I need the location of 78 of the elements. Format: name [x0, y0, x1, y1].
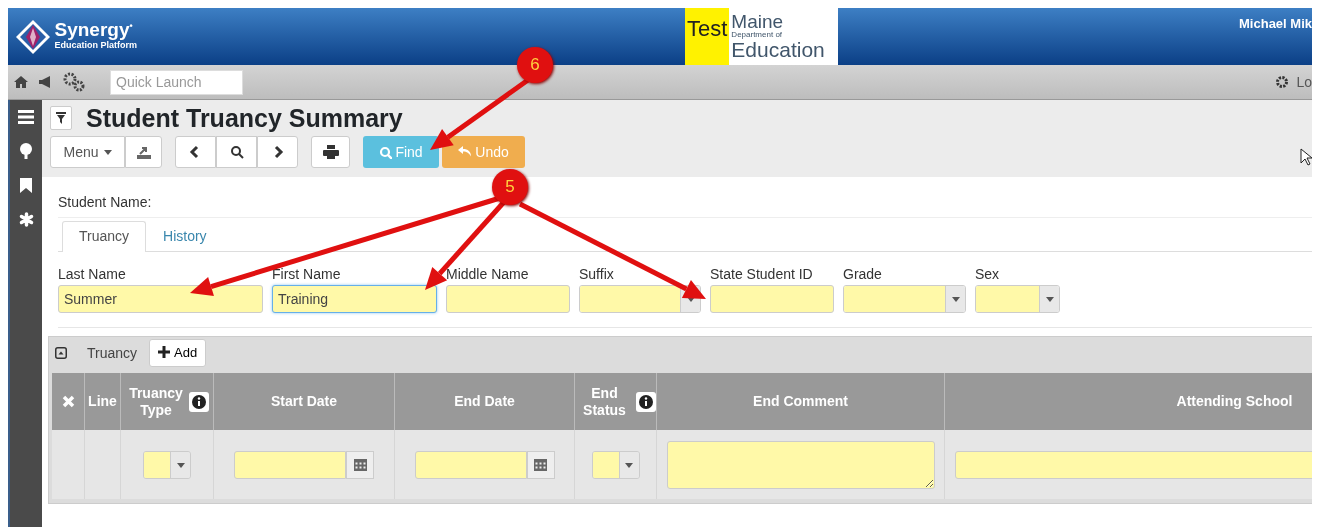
column-header[interactable]: Attending School	[1176, 393, 1293, 410]
home-icon[interactable]	[14, 75, 28, 89]
collapse-icon[interactable]	[55, 347, 67, 359]
page-title: Student Truancy Summary	[86, 103, 403, 133]
print-button[interactable]	[311, 136, 350, 168]
test-badge: Test	[685, 8, 730, 65]
column-header[interactable]: End Date	[454, 393, 515, 410]
field-label: Grade	[843, 265, 883, 284]
settings-icon[interactable]	[1275, 75, 1290, 89]
export-button[interactable]	[125, 136, 162, 168]
field-label: State Student ID	[710, 265, 814, 284]
calendar-icon[interactable]	[534, 458, 547, 471]
field-label: Sex	[975, 265, 1001, 284]
column-header[interactable]: Truancy Type	[125, 385, 187, 418]
caret-icon	[101, 147, 112, 157]
dropdown-field[interactable]	[843, 285, 966, 313]
menu-button[interactable]: Menu	[50, 136, 125, 168]
organization-name-line: Education	[731, 39, 825, 60]
field-label: Last Name	[58, 265, 127, 284]
mouse-pointer-icon	[1300, 148, 1312, 166]
comment-field[interactable]	[666, 440, 935, 489]
delete-icon[interactable]	[61, 395, 75, 408]
undo-button[interactable]: Undo	[442, 136, 525, 168]
filter-icon	[56, 112, 66, 124]
search-icon	[379, 145, 393, 159]
input-field[interactable]: Summer	[58, 285, 263, 313]
printer-icon	[322, 145, 339, 159]
bookmark-icon[interactable]	[20, 178, 32, 193]
calendar-icon[interactable]	[353, 458, 367, 471]
dropdown-field[interactable]	[579, 285, 701, 313]
next-button[interactable]	[257, 136, 298, 168]
brand-mark: •	[129, 20, 133, 32]
field-label: First Name	[272, 265, 342, 284]
info-icon[interactable]	[191, 393, 207, 410]
quick-launch-field[interactable]: Quick Launch	[110, 69, 243, 95]
input-field[interactable]: Training	[272, 285, 437, 313]
filter-button[interactable]	[50, 106, 72, 130]
dropdown-field[interactable]	[591, 450, 640, 479]
organization-name-line: Department of	[731, 31, 784, 39]
grid-title: Truancy	[87, 343, 138, 363]
search-icon	[229, 145, 244, 159]
date-field[interactable]	[414, 450, 527, 479]
input-field[interactable]	[446, 285, 570, 313]
find-button[interactable]: Find	[363, 136, 439, 168]
tab[interactable]: Truancy	[62, 221, 147, 252]
dropdown-field[interactable]	[975, 285, 1060, 313]
dropdown-field[interactable]	[143, 450, 191, 479]
column-header[interactable]: End Status	[575, 385, 634, 418]
gears-icon[interactable]	[62, 71, 86, 93]
undo-arrow-icon	[458, 146, 473, 158]
organization-name-line: Maine	[731, 12, 785, 31]
tree-icon[interactable]	[19, 143, 33, 159]
add-button[interactable]: Add	[149, 339, 207, 367]
input-field[interactable]	[710, 285, 834, 313]
brand-subtitle: Education Platform	[54, 40, 137, 53]
asterisk-icon[interactable]	[18, 212, 34, 227]
megaphone-icon[interactable]	[38, 75, 52, 89]
export-icon	[136, 145, 151, 159]
date-field[interactable]	[234, 450, 346, 479]
plus-icon	[158, 346, 171, 359]
info-icon[interactable]	[638, 393, 654, 410]
field-label: Suffix	[579, 265, 615, 284]
previous-button[interactable]	[175, 136, 216, 168]
column-header[interactable]: End Comment	[753, 393, 848, 410]
column-header[interactable]: Start Date	[270, 393, 338, 410]
caret-icon	[1043, 294, 1056, 304]
topbar-link[interactable]: Lo	[1296, 71, 1312, 93]
search-button[interactable]	[216, 136, 257, 168]
caret-icon	[949, 294, 962, 304]
column-header[interactable]: Line	[88, 393, 117, 410]
menu-icon[interactable]	[18, 110, 34, 124]
table-cell	[52, 430, 85, 499]
brand-name: Synergy	[54, 20, 130, 40]
tab[interactable]: History	[146, 221, 224, 251]
field-label: Middle Name	[446, 265, 530, 284]
diamond-logo-icon	[15, 18, 51, 55]
field-label: Student Name:	[58, 193, 153, 212]
user-name: Michael Mik	[1239, 15, 1312, 33]
